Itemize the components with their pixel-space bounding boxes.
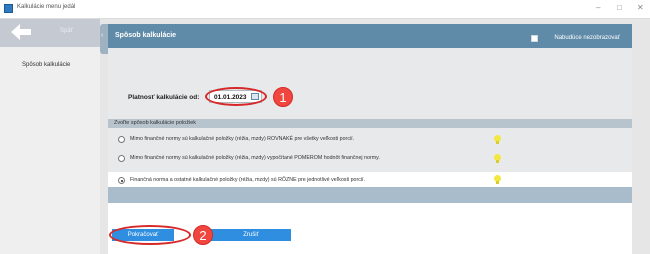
method-option-3[interactable]: Finančná norma a ostatné kalkulačné polo… [118,176,498,186]
window-titlebar: Kalkulácie menu jedál – □ ✕ [0,0,650,19]
method-radio-1[interactable] [118,136,125,143]
lightbulb-icon[interactable] [494,175,501,184]
lightbulb-icon[interactable] [494,135,501,144]
back-button-label: Späť [60,28,73,34]
main-panel: Spôsob kalkulácie Nabudúce nezobrazovať … [108,24,632,254]
highlight-oval-continue [109,225,191,245]
page-title: Spôsob kalkulácie [115,32,177,39]
method-radio-2[interactable] [118,155,125,162]
step-marker-2: 2 [193,225,213,245]
method-option-2-label: Mimo finančné normy sú kalkulačné položk… [130,155,380,161]
chevron-left-icon: ‹ [101,32,104,39]
method-option-1-label: Mimo finančné normy sú kalkulačné položk… [130,136,355,142]
collapse-panel-tab[interactable]: ‹ [100,24,108,54]
method-group-title: Zvoľte spôsob kalkulácie položiek [114,120,197,126]
dont-show-again-checkbox[interactable] [531,35,538,42]
footer-bar [108,187,632,203]
sidebar-item-calculation-method[interactable]: Spôsob kalkulácie [22,62,70,68]
back-button[interactable]: Späť [0,19,100,47]
dont-show-again-label: Nabudúce nezobrazovať [554,35,620,41]
panel-header: Spôsob kalkulácie Nabudúce nezobrazovať [108,24,632,48]
app-icon [4,4,13,13]
maximize-button[interactable]: □ [617,3,622,13]
step-marker-1: 1 [273,87,293,107]
minimize-button[interactable]: – [596,3,600,13]
sidebar: Späť Spôsob kalkulácie [0,19,100,254]
method-radio-3[interactable] [118,177,125,184]
method-option-2[interactable]: Mimo finančné normy sú kalkulačné položk… [118,154,498,164]
window-title: Kalkulácie menu jedál [17,4,76,10]
method-option-1[interactable]: Mimo finančné normy sú kalkulačné položk… [118,135,498,145]
close-button[interactable]: ✕ [637,3,644,13]
lightbulb-icon[interactable] [494,154,501,163]
valid-from-label: Platnosť kalkulácie od: [128,94,200,101]
settings-area: Platnosť kalkulácie od: 01.01.2023 1 Zvo… [108,48,632,184]
method-option-3-label: Finančná norma a ostatné kalkulačné polo… [130,177,366,183]
method-group-header: Zvoľte spôsob kalkulácie položiek [108,119,632,128]
cancel-button[interactable]: Zrušiť [211,229,291,241]
highlight-oval-date [205,87,267,106]
back-arrow-icon [11,24,31,40]
